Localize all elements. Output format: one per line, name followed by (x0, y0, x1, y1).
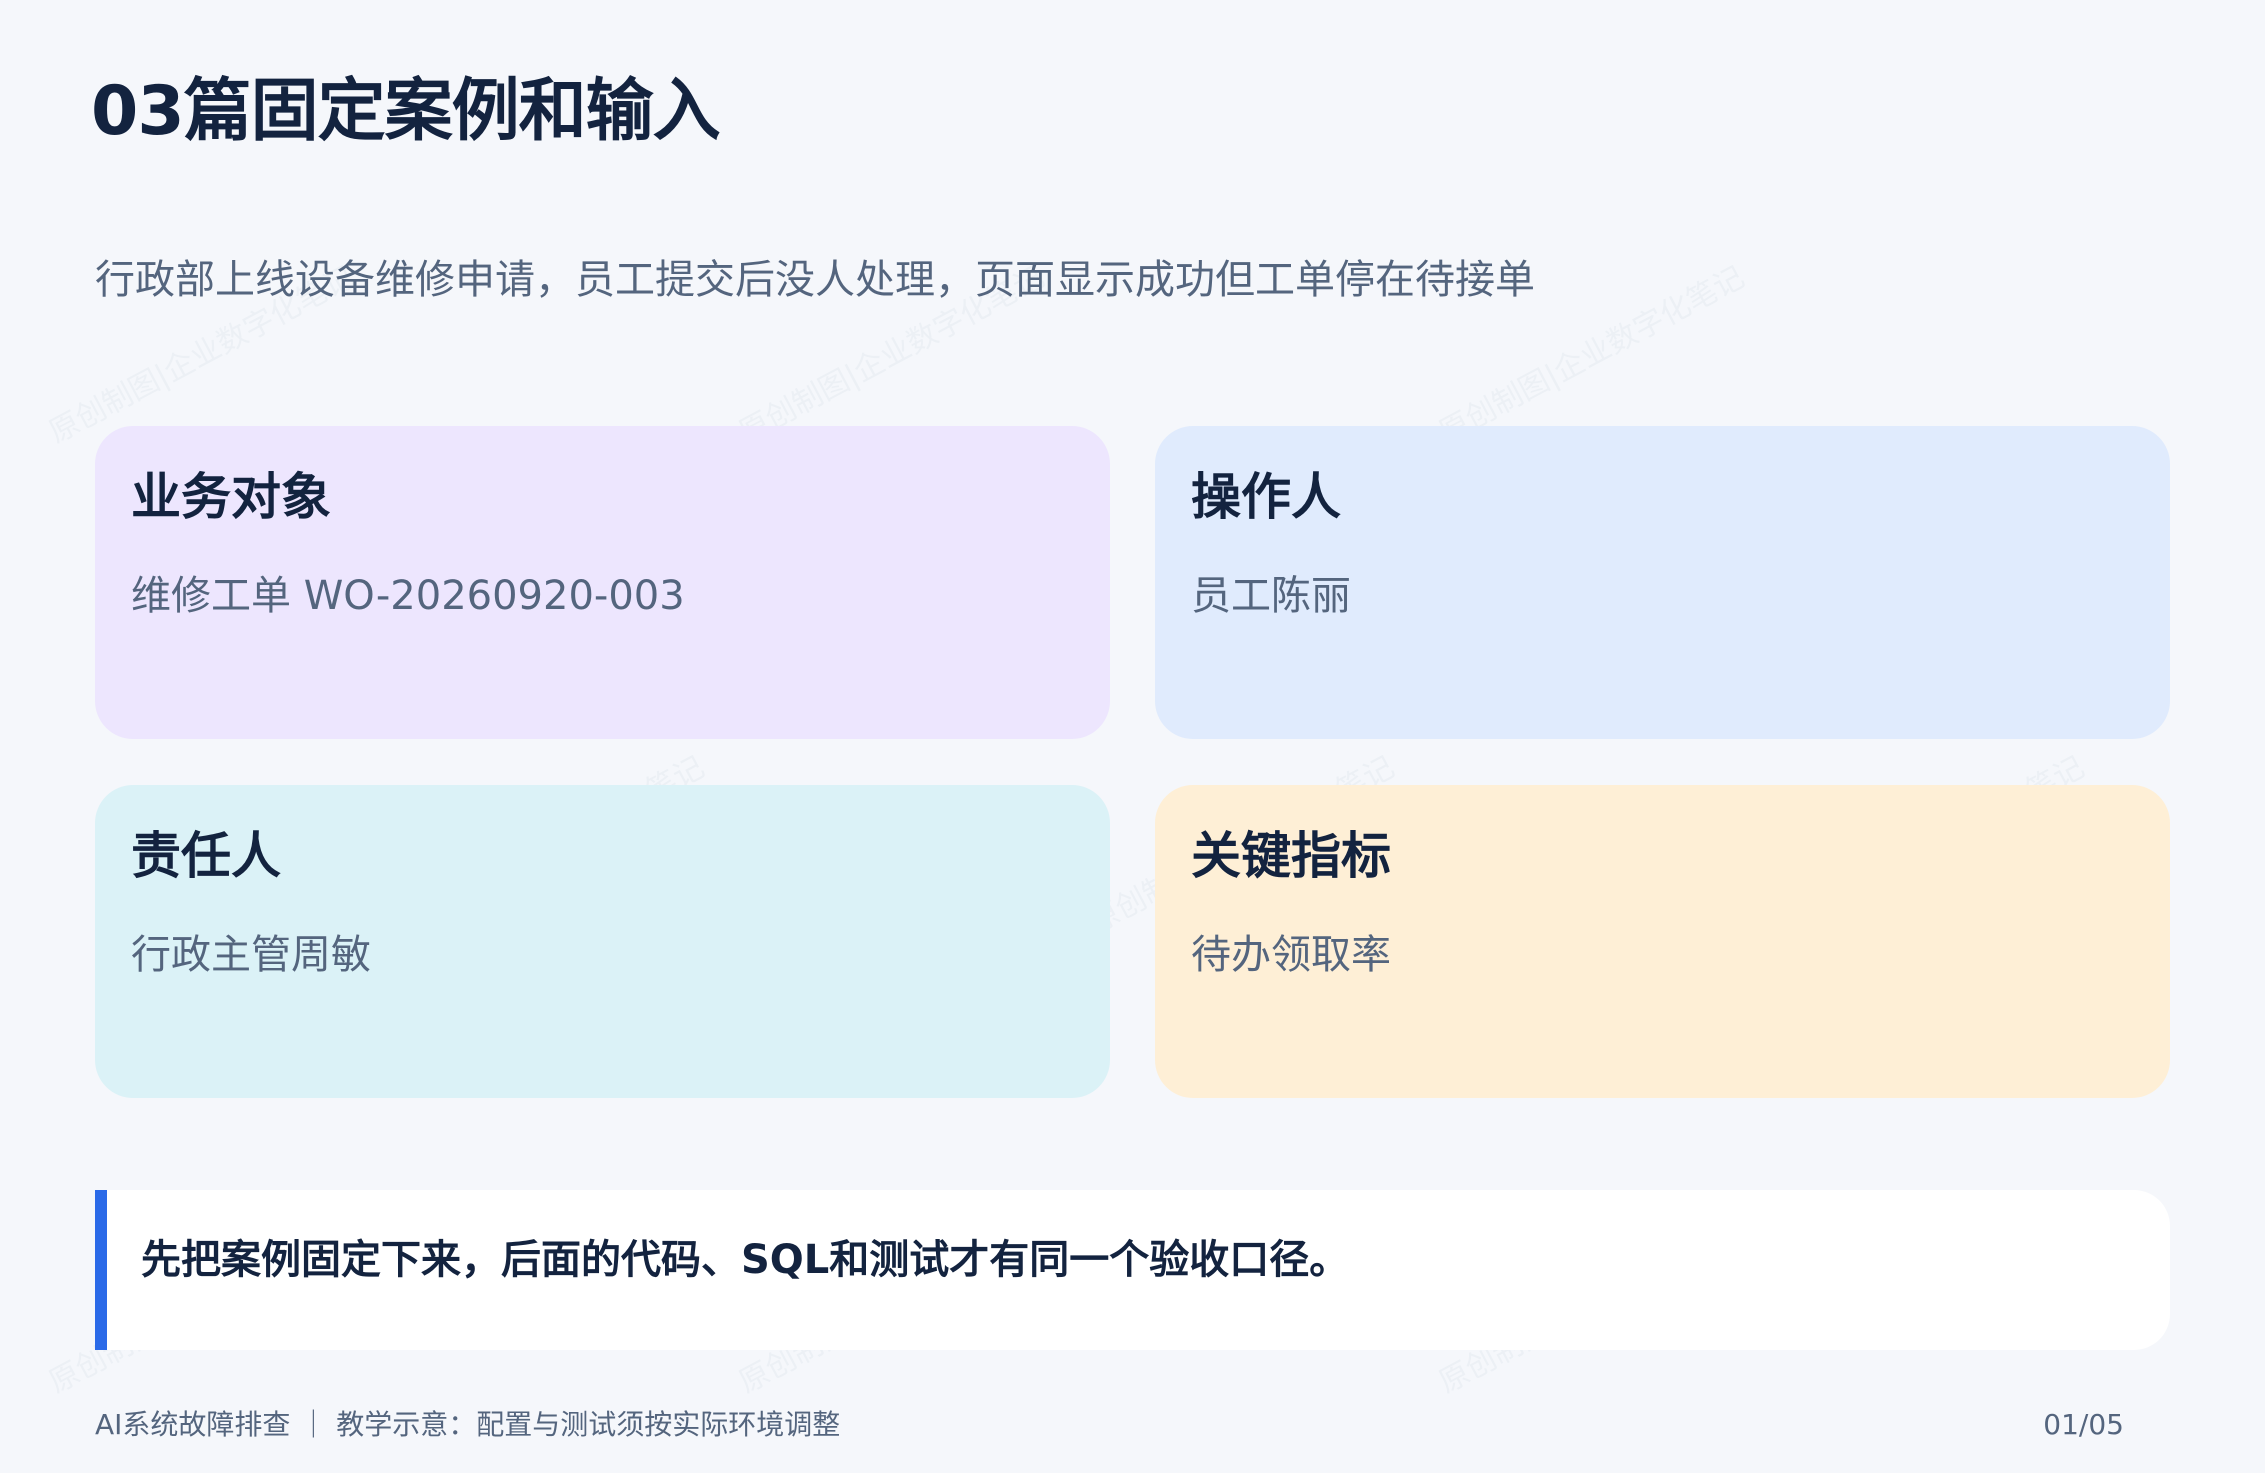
card-heading: 责任人 (131, 827, 281, 885)
card-value: 维修工单 WO-20260920-003 (131, 573, 685, 619)
card-value: 员工陈丽 (1191, 573, 1351, 619)
callout-text: 先把案例固定下来，后面的代码、SQL和测试才有同一个验收口径。 (141, 1237, 1350, 1283)
page-title: 03篇固定案例和输入 (91, 72, 721, 151)
card-owner: 责任人 行政主管周敏 (95, 785, 1110, 1098)
card-heading: 操作人 (1191, 468, 1341, 526)
page-subtitle: 行政部上线设备维修申请，员工提交后没人处理，页面显示成功但工单停在待接单 (95, 257, 1535, 303)
footer-caption: AI系统故障排查 ｜ 教学示意：配置与测试须按实际环境调整 (95, 1408, 841, 1441)
card-heading: 关键指标 (1191, 827, 1391, 885)
page-indicator: 01/05 (2043, 1408, 2124, 1441)
card-key-metric: 关键指标 待办领取率 (1155, 785, 2170, 1098)
card-value: 行政主管周敏 (131, 932, 371, 978)
card-operator: 操作人 员工陈丽 (1155, 426, 2170, 739)
callout-box: 先把案例固定下来，后面的代码、SQL和测试才有同一个验收口径。 (95, 1190, 2170, 1350)
card-business-object: 业务对象 维修工单 WO-20260920-003 (95, 426, 1110, 739)
card-heading: 业务对象 (131, 468, 331, 526)
card-value: 待办领取率 (1191, 932, 1391, 978)
